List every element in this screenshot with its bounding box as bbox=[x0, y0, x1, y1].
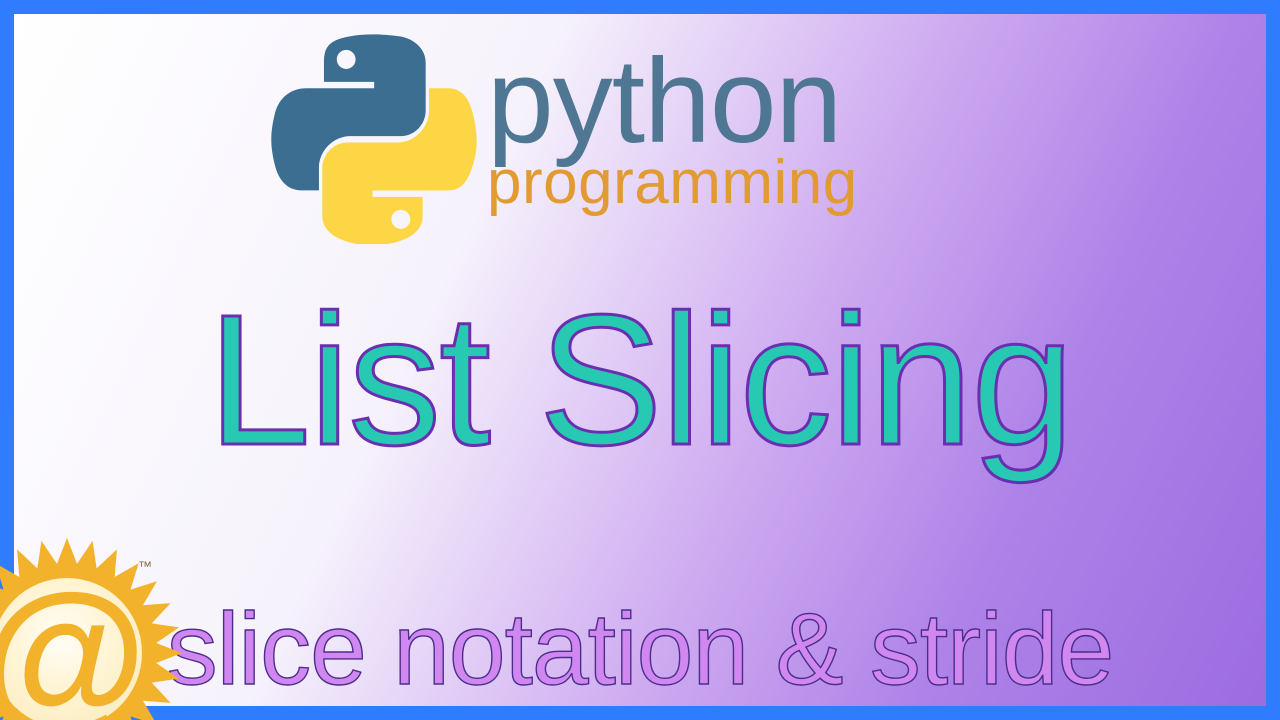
brand-word: python bbox=[487, 44, 858, 158]
python-wordmark: python programming bbox=[487, 44, 858, 214]
brand-subword: programming bbox=[487, 152, 858, 214]
at-symbol: @ bbox=[0, 578, 142, 720]
channel-badge: @ ™ bbox=[0, 538, 182, 720]
main-title: List Slicing bbox=[14, 288, 1266, 474]
python-logo-icon bbox=[269, 34, 479, 244]
thumbnail-frame: python programming List Slicing slice no… bbox=[0, 0, 1280, 720]
python-logo-block: python programming bbox=[269, 34, 858, 244]
badge-inner-circle: @ bbox=[0, 578, 142, 720]
trademark-symbol: ™ bbox=[138, 558, 152, 574]
subtitle: slice notation & stride bbox=[14, 598, 1266, 700]
